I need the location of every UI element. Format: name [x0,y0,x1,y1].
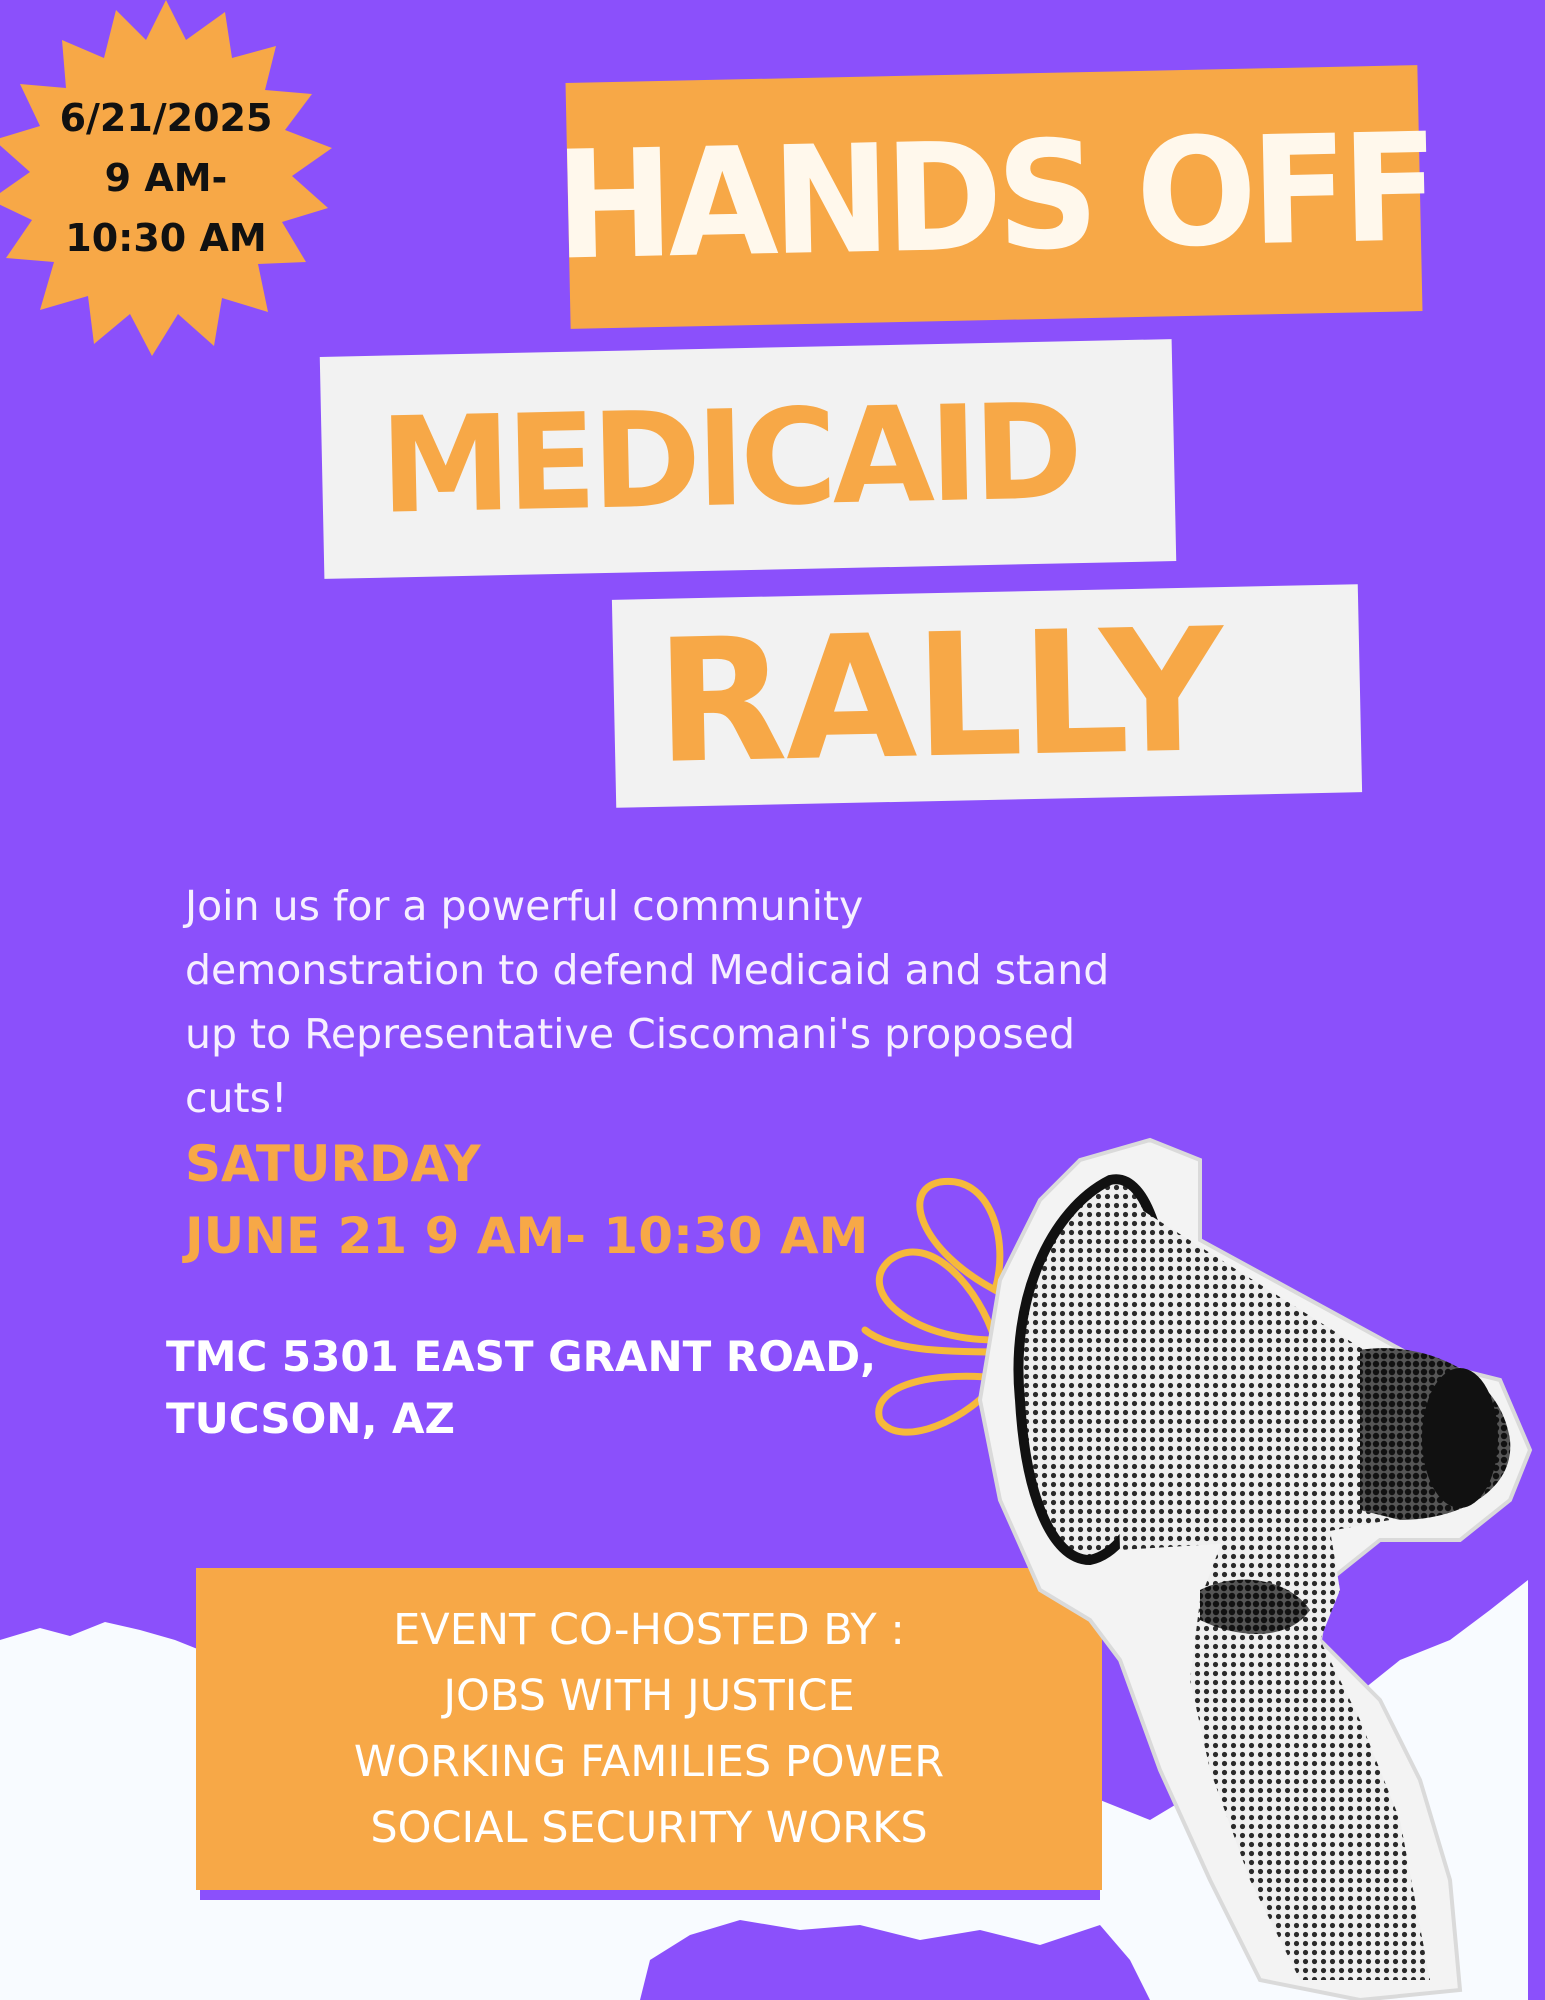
headline-hands-off-block: HANDS OFF [553,65,1435,329]
hosts-heading: EVENT CO-HOSTED BY : [393,1605,905,1655]
host-item: JOBS WITH JUSTICE [443,1671,855,1721]
headline-line1: HANDS OFF [553,101,1435,293]
intro-line: Join us for a powerful community [185,882,864,930]
headline-line2: MEDICAID [378,375,1080,544]
badge-text: 6/21/2025 9 AM- 10:30 AM [0,88,332,268]
event-address: TMC 5301 EAST GRANT ROAD, TUCSON, AZ [166,1326,876,1450]
address-line1: TMC 5301 EAST GRANT ROAD, [166,1332,877,1381]
host-item: SOCIAL SECURITY WORKS [370,1803,928,1853]
date-badge: 6/21/2025 9 AM- 10:30 AM [0,0,350,360]
intro-line: up to Representative Ciscomani's propose… [185,1010,1075,1058]
badge-date: 6/21/2025 [59,96,273,140]
headline-rally-block: RALLY [611,584,1363,808]
badge-time-end: 10:30 AM [65,216,267,260]
event-date-time: JUNE 21 9 AM- 10:30 AM [185,1207,869,1265]
headline-medicaid-block: MEDICAID [319,339,1177,579]
intro-paragraph: Join us for a powerful community demonst… [185,874,1185,1130]
megaphone-icon [861,1137,1533,2000]
headline-line3: RALLY [653,592,1224,802]
event-day: SATURDAY [185,1135,481,1193]
badge-time-start: 9 AM- [104,156,228,200]
intro-line: demonstration to defend Medicaid and sta… [185,946,1110,994]
host-item: WORKING FAMILIES POWER [353,1737,945,1787]
address-line2: TUCSON, AZ [166,1394,455,1443]
event-schedule: SATURDAY JUNE 21 9 AM- 10:30 AM [185,1128,868,1272]
